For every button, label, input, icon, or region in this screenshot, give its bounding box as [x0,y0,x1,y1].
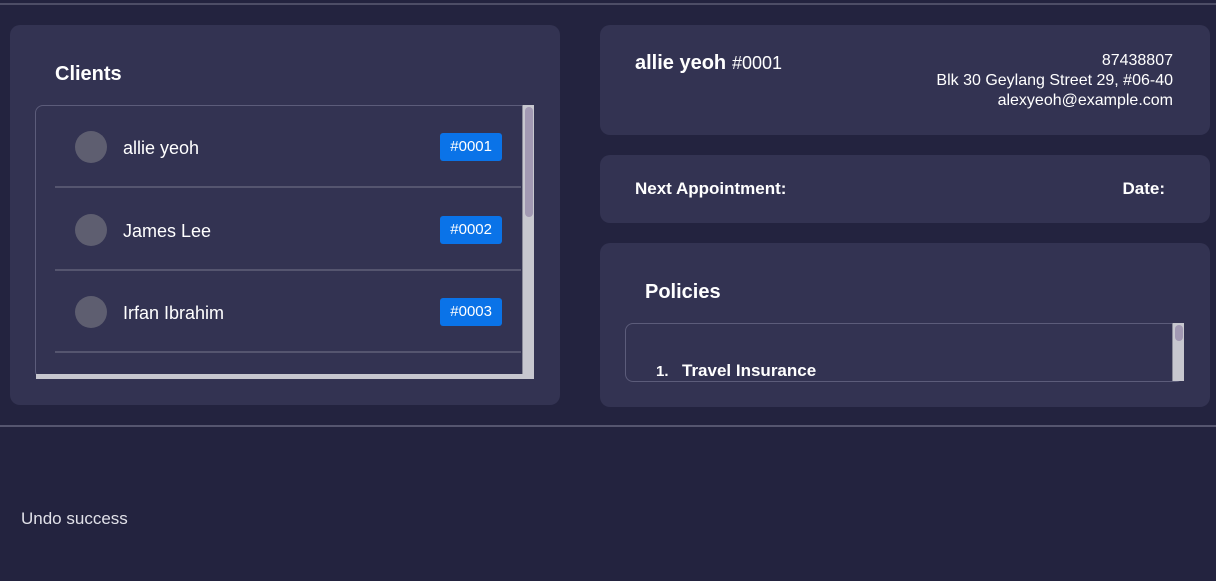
policy-name: Travel Insurance [682,361,817,380]
top-divider [0,3,1216,5]
client-id-badge: #0002 [440,216,502,244]
person-detail-panel: allie yeoh #0001 87438807 Blk 30 Geylang… [600,25,1210,135]
policy-number: 1. [656,363,669,380]
clients-title: Clients [55,63,122,85]
scrollbar-thumb[interactable] [525,107,533,217]
clients-panel: Clients allie yeoh #0001 James Lee #0002… [10,25,560,405]
client-name: allie yeoh [123,138,200,158]
person-name: allie yeoh [635,52,727,74]
person-phone: 87438807 [1101,52,1173,69]
client-name: James Lee [123,221,212,241]
scrollbar-thumb[interactable] [1175,325,1183,341]
client-list: allie yeoh #0001 James Lee #0002 Irfan I… [35,105,534,379]
client-list-horizontal-scrollbar[interactable] [36,374,534,379]
client-list-scrollbar[interactable] [522,105,534,375]
policy-item[interactable]: 1. Travel Insurance [656,361,816,381]
person-address: Blk 30 Geylang Street 29, #06-40 [936,72,1173,89]
appointment-panel: Next Appointment: Date: [600,155,1210,223]
policy-list-scrollbar[interactable] [1172,323,1184,381]
policies-panel: Policies 1. Travel Insurance [600,243,1210,407]
client-id-badge: #0003 [440,298,502,326]
policies-title: Policies [645,281,721,303]
person-id: #0001 [732,53,783,73]
appointment-date-label: Date: [1122,179,1165,198]
avatar [75,131,107,163]
result-message: Undo success [21,509,128,528]
avatar [75,296,107,328]
client-name: Irfan Ibrahim [123,303,225,323]
client-card[interactable]: James Lee #0002 [55,189,521,271]
client-card[interactable]: Irfan Ibrahim #0003 [55,271,521,353]
client-card[interactable]: allie yeoh #0001 [55,106,521,188]
avatar [75,214,107,246]
next-appointment-label: Next Appointment: [635,179,787,198]
policy-list: 1. Travel Insurance [625,323,1184,382]
person-email: alexyeoh@example.com [997,92,1173,109]
result-divider [0,425,1216,427]
client-id-badge: #0001 [440,133,502,161]
